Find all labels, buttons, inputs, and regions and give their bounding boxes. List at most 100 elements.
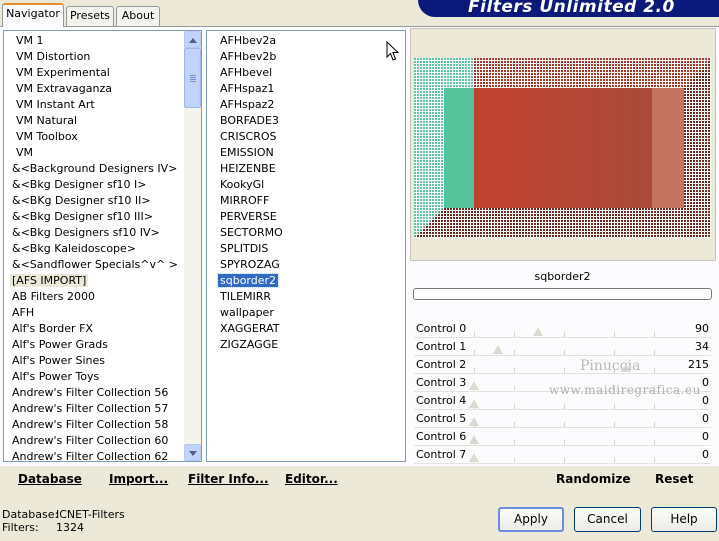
filter-item[interactable]: sqborder2 [212, 273, 405, 289]
import-button[interactable]: Import... [109, 472, 168, 486]
tab-navigator[interactable]: Navigator [2, 3, 64, 27]
category-item[interactable]: &<Bkg Kaleidoscope> [4, 241, 201, 257]
filter-item[interactable]: SPYROZAG [212, 257, 405, 273]
cancel-button[interactable]: Cancel [574, 507, 641, 532]
control-slider-row[interactable]: Control 2 215 [414, 356, 711, 374]
status-filters-label: Filters: [2, 521, 39, 534]
filter-item[interactable]: TILEMIRR [212, 289, 405, 305]
category-item[interactable]: [AFS IMPORT] [4, 273, 201, 289]
slider-thumb[interactable] [469, 381, 479, 390]
filter-item[interactable]: EMISSION [212, 145, 405, 161]
category-item[interactable]: AB Filters 2000 [4, 289, 201, 305]
filter-item-label: AFHbev2a [220, 34, 277, 47]
category-item[interactable]: Andrew's Filter Collection 60 [4, 433, 201, 449]
category-item[interactable]: &<Sandflower Specials^v^ > [4, 257, 201, 273]
category-item[interactable]: AFH [4, 305, 201, 321]
slider-tick [564, 404, 565, 409]
control-slider-row[interactable]: Control 0 90 [414, 320, 711, 338]
scroll-down-button[interactable] [184, 444, 201, 461]
slider-tick [654, 368, 655, 373]
slider-thumb[interactable] [469, 435, 479, 444]
category-item[interactable]: Andrew's Filter Collection 57 [4, 401, 201, 417]
filter-item[interactable]: XAGGERAT [212, 321, 405, 337]
category-item[interactable]: Alf's Border FX [4, 321, 201, 337]
filter-list[interactable]: AFHbev2a AFHbev2b AFHbevel AFHspaz1 AFHspaz2… [206, 30, 406, 462]
reset-button[interactable]: Reset [655, 472, 693, 486]
control-slider-row[interactable]: Control 7 0 [414, 446, 711, 464]
filter-item[interactable]: PERVERSE [212, 209, 405, 225]
status-database-label: Database: [2, 508, 59, 521]
category-item-label: Alf's Power Toys [12, 370, 100, 383]
category-item-label: [AFS IMPORT] [10, 274, 89, 287]
slider-thumb[interactable] [469, 417, 479, 426]
control-slider-row[interactable]: Control 5 0 [414, 410, 711, 428]
category-item[interactable]: VM Extravaganza [4, 81, 201, 97]
control-label: Control 0 [416, 322, 467, 335]
filter-item[interactable]: MIRROFF [212, 193, 405, 209]
filter-item[interactable]: SPLITDIS [212, 241, 405, 257]
filter-item[interactable]: SECTORMO [212, 225, 405, 241]
category-item[interactable]: Alf's Power Grads [4, 337, 201, 353]
category-item-label: VM 1 [16, 34, 44, 47]
category-item[interactable]: Alf's Power Sines [4, 353, 201, 369]
slider-tick [514, 350, 515, 355]
category-item[interactable]: &<Background Designers IV> [4, 161, 201, 177]
category-item[interactable]: VM Natural [4, 113, 201, 129]
category-item[interactable]: VM [4, 145, 201, 161]
category-item[interactable]: Andrew's Filter Collection 62 [4, 449, 201, 461]
filter-item[interactable]: ZIGZAGGE [212, 337, 405, 353]
category-item[interactable]: &<BKg Designer sf10 II> [4, 193, 201, 209]
filter-item-label: TILEMIRR [220, 290, 272, 303]
apply-button[interactable]: Apply [498, 507, 564, 532]
category-item[interactable]: VM Distortion [4, 49, 201, 65]
category-item-label: &<BKg Designer sf10 II> [12, 194, 151, 207]
filter-item[interactable]: HEIZENBE [212, 161, 405, 177]
control-label: Control 7 [416, 448, 467, 461]
filter-item[interactable]: BORFADE3 [212, 113, 405, 129]
tab-presets[interactable]: Presets [66, 6, 114, 26]
category-item[interactable]: Alf's Power Toys [4, 369, 201, 385]
slider-thumb[interactable] [492, 345, 503, 354]
control-label: Control 2 [416, 358, 467, 371]
scroll-thumb[interactable] [184, 48, 201, 108]
chevron-up-icon [189, 38, 197, 43]
tab-about[interactable]: About [116, 6, 160, 26]
filter-item[interactable]: AFHspaz2 [212, 97, 405, 113]
category-item[interactable]: VM Instant Art [4, 97, 201, 113]
help-button[interactable]: Help [651, 507, 717, 532]
filter-item[interactable]: wallpaper [212, 305, 405, 321]
filter-item[interactable]: AFHspaz1 [212, 81, 405, 97]
slider-tick [514, 440, 515, 445]
filter-item[interactable]: AFHbevel [212, 65, 405, 81]
category-list[interactable]: VM 1 VM Distortion VM Experimental VM Extra… [3, 30, 202, 462]
category-item[interactable]: Andrew's Filter Collection 56 [4, 385, 201, 401]
database-button[interactable]: Database [18, 472, 82, 486]
slider-tick [474, 368, 475, 373]
slider-thumb[interactable] [532, 327, 543, 336]
slider-thumb[interactable] [469, 453, 479, 462]
category-item[interactable]: &<Bkg Designer sf10 I> [4, 177, 201, 193]
scroll-up-button[interactable] [184, 31, 201, 48]
slider-tick [514, 422, 515, 427]
slider-thumb[interactable] [469, 399, 479, 408]
control-slider-row[interactable]: Control 6 0 [414, 428, 711, 446]
filter-info-button[interactable]: Filter Info... [188, 472, 269, 486]
category-item[interactable]: VM Experimental [4, 65, 201, 81]
filter-item[interactable]: KookyGl [212, 177, 405, 193]
randomize-button[interactable]: Randomize [556, 472, 630, 486]
filter-item[interactable]: AFHbev2a [212, 33, 405, 49]
category-item[interactable]: Andrew's Filter Collection 58 [4, 417, 201, 433]
control-value: 0 [702, 448, 709, 461]
category-scrollbar[interactable] [184, 31, 201, 461]
editor-button[interactable]: Editor... [285, 472, 338, 486]
category-item[interactable]: VM 1 [4, 33, 201, 49]
filter-item[interactable]: CRISCROS [212, 129, 405, 145]
control-slider-row[interactable]: Control 1 34 [414, 338, 711, 356]
slider-tick [614, 458, 615, 463]
slider-tick [514, 386, 515, 391]
category-item[interactable]: &<Bkg Designers sf10 IV> [4, 225, 201, 241]
filter-item[interactable]: AFHbev2b [212, 49, 405, 65]
category-item[interactable]: VM Toolbox [4, 129, 201, 145]
category-item[interactable]: &<Bkg Designer sf10 III> [4, 209, 201, 225]
filter-item-label: CRISCROS [220, 130, 277, 143]
